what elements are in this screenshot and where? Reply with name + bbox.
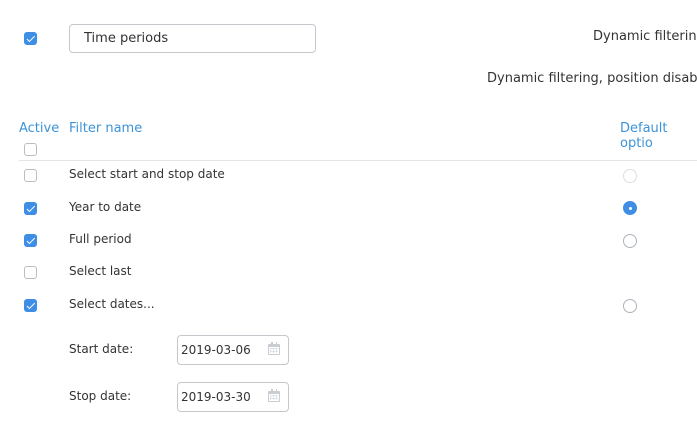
header-divider <box>19 160 697 161</box>
row-active-checkbox[interactable] <box>24 202 37 215</box>
dynamic-filtering-label: Dynamic filtering <box>593 29 697 44</box>
row-filter-name: Year to date <box>69 200 142 214</box>
row-filter-name: Select dates... <box>69 297 155 311</box>
row-default-radio[interactable] <box>623 201 637 215</box>
filter-title-input[interactable] <box>69 24 316 53</box>
row-active-checkbox[interactable] <box>24 234 37 247</box>
row-filter-name: Select last <box>69 264 132 278</box>
row-active-checkbox[interactable] <box>24 169 37 182</box>
dynamic-filtering-position-disabled-label: Dynamic filtering, position disabled <box>487 71 697 86</box>
enable-filter-checkbox[interactable] <box>24 32 37 45</box>
row-active-checkbox[interactable] <box>24 266 37 279</box>
row-filter-name: Full period <box>69 232 132 246</box>
column-header-active: Active <box>19 121 60 136</box>
calendar-icon[interactable] <box>268 342 280 355</box>
column-header-default-option: Default optio <box>620 121 668 151</box>
row-filter-name: Select start and stop date <box>69 167 225 181</box>
row-default-radio <box>623 169 637 183</box>
row-default-radio[interactable] <box>623 299 637 313</box>
row-default-radio[interactable] <box>623 234 637 248</box>
calendar-icon[interactable] <box>268 389 280 402</box>
stop-date-label: Stop date: <box>69 389 132 403</box>
start-date-label: Start date: <box>69 342 134 356</box>
column-header-filter-name: Filter name <box>69 121 143 136</box>
select-all-checkbox[interactable] <box>24 143 37 156</box>
row-active-checkbox[interactable] <box>24 299 37 312</box>
